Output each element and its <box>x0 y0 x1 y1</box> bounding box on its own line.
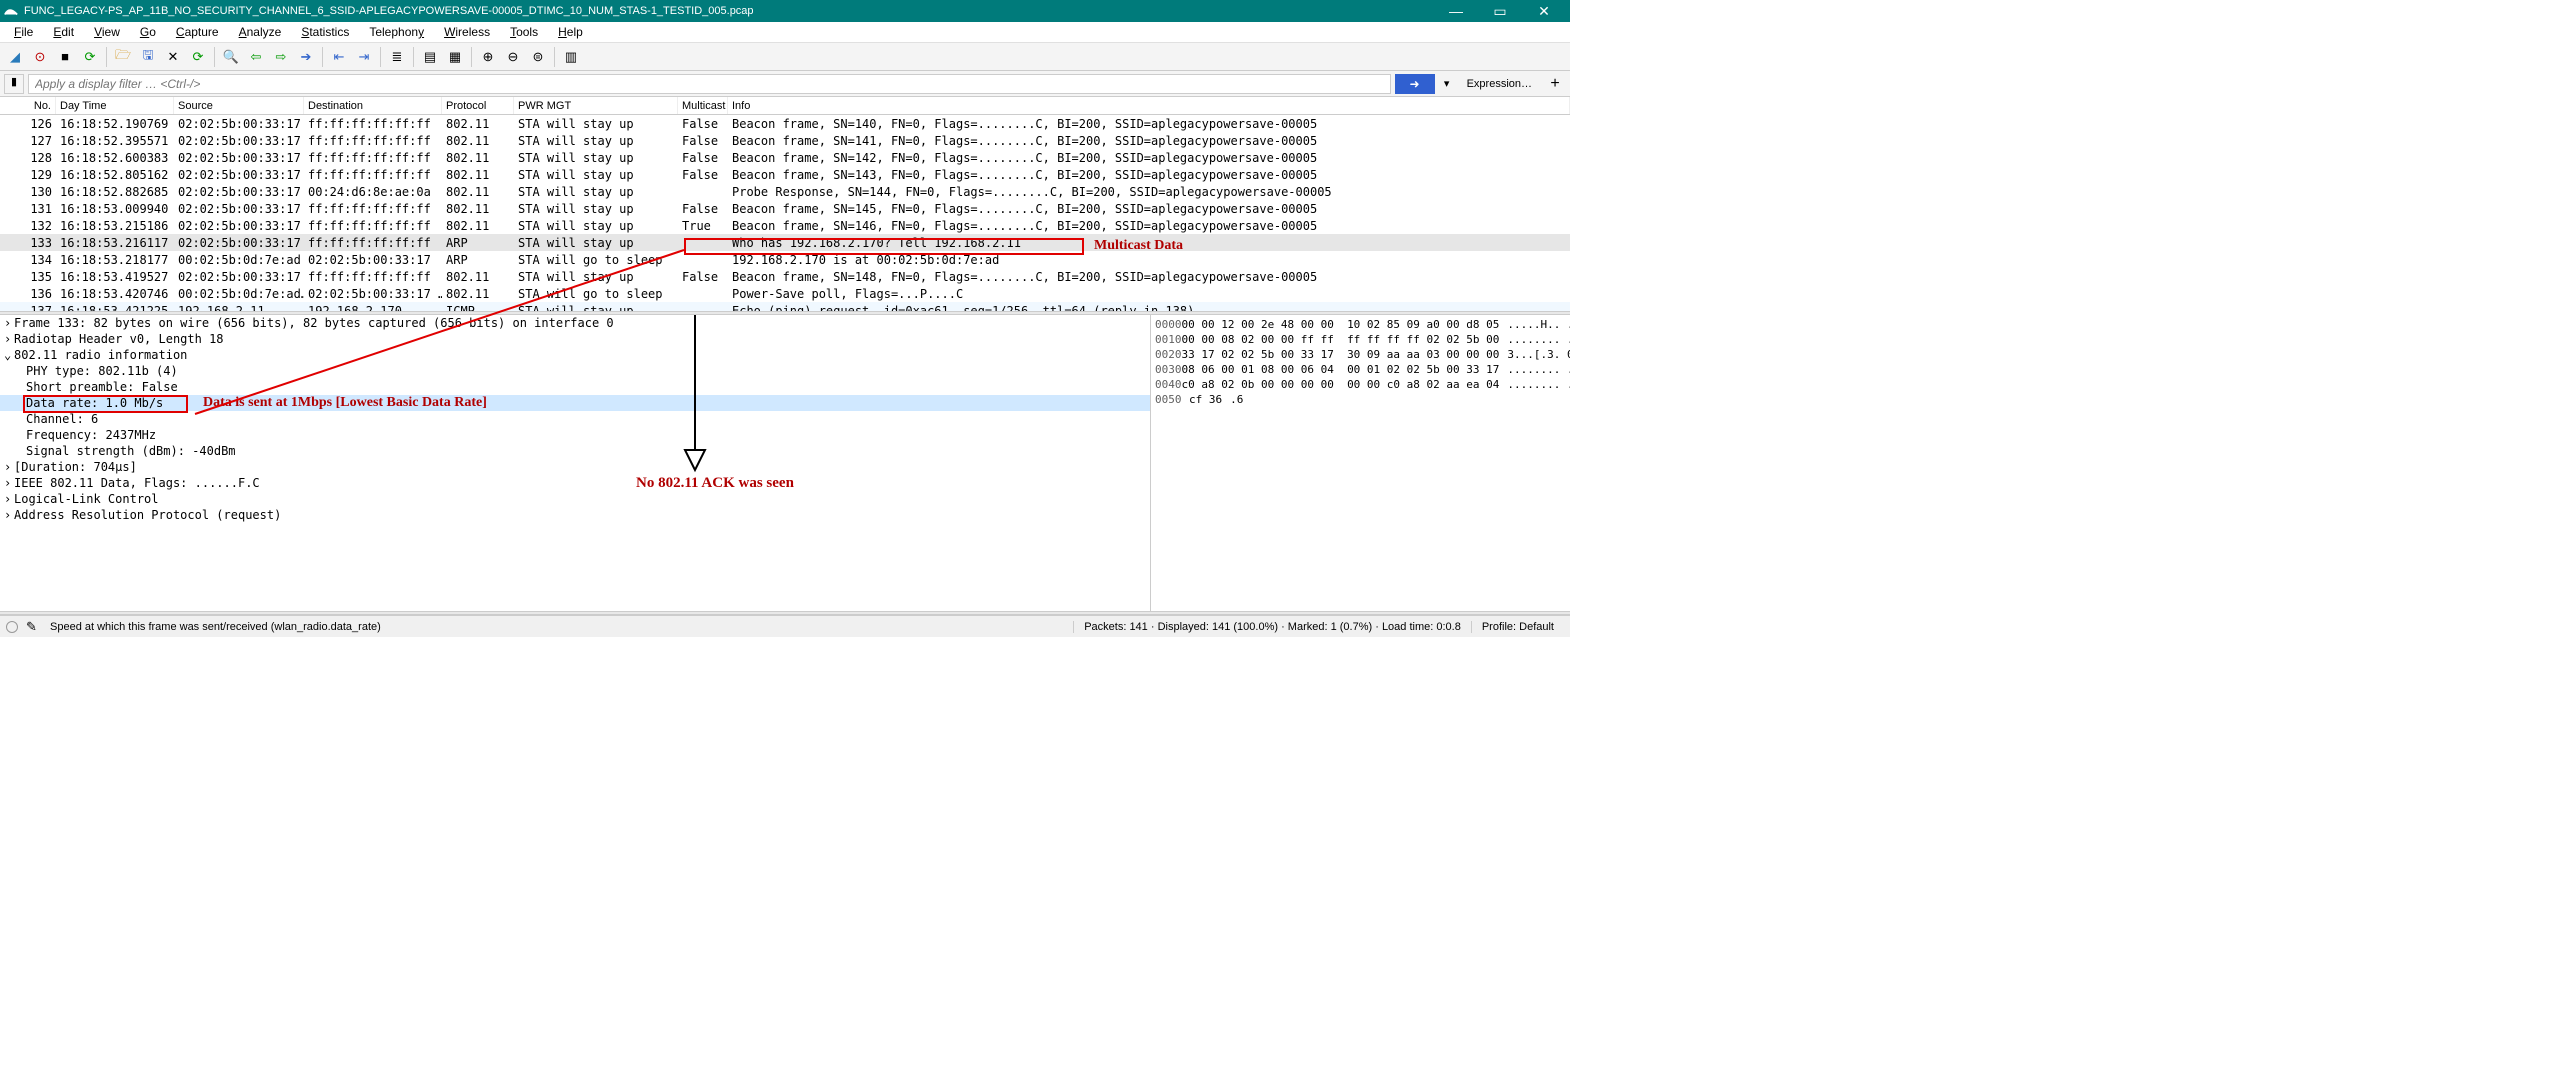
menu-statistics[interactable]: Statistics <box>291 23 359 41</box>
packet-row[interactable]: 12616:18:52.19076902:02:5b:00:33:17ff:ff… <box>0 115 1570 132</box>
col-protocol[interactable]: Protocol <box>442 97 514 114</box>
detail-radio[interactable]: ⌄802.11 radio information <box>0 347 1150 363</box>
display-filter-input[interactable] <box>28 74 1391 94</box>
colorize2-icon[interactable]: ▦ <box>444 46 466 68</box>
detail-channel[interactable]: Channel: 6 <box>0 411 1150 427</box>
menu-file[interactable]: File <box>4 23 43 41</box>
hex-row[interactable]: 0040c0 a8 02 0b 00 00 00 00 00 00 c0 a8 … <box>1155 377 1566 392</box>
menu-telephony[interactable]: Telephony <box>359 23 434 41</box>
resize-cols-icon[interactable]: ▥ <box>560 46 582 68</box>
col-no[interactable]: No. <box>0 97 56 114</box>
add-filter-button[interactable]: + <box>1544 75 1566 93</box>
hex-row[interactable]: 002033 17 02 02 5b 00 33 17 30 09 aa aa … <box>1155 347 1566 362</box>
menu-capture[interactable]: Capture <box>166 23 229 41</box>
expert-info-led-icon[interactable] <box>6 621 18 633</box>
filter-bookmark-icon[interactable]: ▮ <box>4 74 24 94</box>
stop-icon[interactable]: ■ <box>54 46 76 68</box>
hex-row[interactable]: 003008 06 00 01 08 00 06 04 00 01 02 02 … <box>1155 362 1566 377</box>
close-file-icon[interactable]: ✕ <box>162 46 184 68</box>
menu-help[interactable]: Help <box>548 23 593 41</box>
find-icon[interactable]: 🔍 <box>220 46 242 68</box>
packet-list-pane[interactable]: No. Day Time Source Destination Protocol… <box>0 97 1570 311</box>
col-multicast[interactable]: Multicast <box>678 97 728 114</box>
col-pwrmgt[interactable]: PWR MGT <box>514 97 678 114</box>
window-titlebar: FUNC_LEGACY-PS_AP_11B_NO_SECURITY_CHANNE… <box>0 0 1570 22</box>
apply-filter-button[interactable]: ➜ <box>1395 74 1435 94</box>
detail-frequency[interactable]: Frequency: 2437MHz <box>0 427 1150 443</box>
jump-icon[interactable]: ➔ <box>295 46 317 68</box>
packet-details-pane[interactable]: ›Frame 133: 82 bytes on wire (656 bits),… <box>0 315 1150 611</box>
record-icon[interactable]: ⊙ <box>29 46 51 68</box>
hex-row[interactable]: 0050cf 36.6 <box>1155 392 1566 407</box>
first-icon[interactable]: ⇤ <box>328 46 350 68</box>
packet-row[interactable]: 13016:18:52.88268502:02:5b:00:33:1700:24… <box>0 183 1570 200</box>
detail-arp[interactable]: ›Address Resolution Protocol (request) <box>0 507 1150 523</box>
filter-bar: ▮ ➜ ▾ Expression… + <box>0 71 1570 97</box>
packet-row[interactable]: 13116:18:53.00994002:02:5b:00:33:17ff:ff… <box>0 200 1570 217</box>
zoom-in-icon[interactable]: ⊕ <box>477 46 499 68</box>
edit-icon[interactable]: ✎ <box>26 619 40 635</box>
packet-row[interactable]: 12916:18:52.80516202:02:5b:00:33:17ff:ff… <box>0 166 1570 183</box>
packet-bytes-pane[interactable]: 000000 00 12 00 2e 48 00 00 10 02 85 09 … <box>1150 315 1570 611</box>
filter-history-dropdown[interactable]: ▾ <box>1439 77 1455 90</box>
detail-frame[interactable]: ›Frame 133: 82 bytes on wire (656 bits),… <box>0 315 1150 331</box>
reload-icon[interactable]: ⟳ <box>187 46 209 68</box>
hex-row[interactable]: 000000 00 12 00 2e 48 00 00 10 02 85 09 … <box>1155 317 1566 332</box>
window-title: FUNC_LEGACY-PS_AP_11B_NO_SECURITY_CHANNE… <box>24 5 1434 17</box>
menu-view[interactable]: View <box>84 23 130 41</box>
hex-row[interactable]: 001000 00 08 02 00 00 ff ff ff ff ff ff … <box>1155 332 1566 347</box>
wireshark-icon <box>4 4 18 18</box>
status-field-hint: Speed at which this frame was sent/recei… <box>50 621 1073 633</box>
col-info[interactable]: Info <box>728 97 1570 114</box>
detail-radiotap[interactable]: ›Radiotap Header v0, Length 18 <box>0 331 1150 347</box>
menu-analyze[interactable]: Analyze <box>229 23 292 41</box>
main-toolbar: ◢ ⊙ ■ ⟳ 🗁 🖫 ✕ ⟳ 🔍 ⇦ ⇨ ➔ ⇤ ⇥ ≣ ▤ ▦ ⊕ ⊖ ⊜ … <box>0 43 1570 71</box>
restart-icon[interactable]: ⟳ <box>79 46 101 68</box>
zoom-reset-icon[interactable]: ⊜ <box>527 46 549 68</box>
auto-scroll-icon[interactable]: ≣ <box>386 46 408 68</box>
col-destination[interactable]: Destination <box>304 97 442 114</box>
detail-ieee80211[interactable]: ›IEEE 802.11 Data, Flags: ......F.C <box>0 475 1150 491</box>
detail-phy[interactable]: PHY type: 802.11b (4) <box>0 363 1150 379</box>
status-packet-count: Packets: 141 · Displayed: 141 (100.0%) ·… <box>1073 621 1471 633</box>
prev-icon[interactable]: ⇦ <box>245 46 267 68</box>
packet-row[interactable]: 13316:18:53.21611702:02:5b:00:33:17ff:ff… <box>0 234 1570 251</box>
detail-llc[interactable]: ›Logical-Link Control <box>0 491 1150 507</box>
close-button[interactable]: ✕ <box>1522 0 1566 22</box>
minimize-button[interactable]: — <box>1434 0 1478 22</box>
status-bar: ✎ Speed at which this frame was sent/rec… <box>0 615 1570 637</box>
col-daytime[interactable]: Day Time <box>56 97 174 114</box>
menu-bar: File Edit View Go Capture Analyze Statis… <box>0 22 1570 43</box>
zoom-out-icon[interactable]: ⊖ <box>502 46 524 68</box>
packet-row[interactable]: 12816:18:52.60038302:02:5b:00:33:17ff:ff… <box>0 149 1570 166</box>
detail-preamble[interactable]: Short preamble: False <box>0 379 1150 395</box>
expression-button[interactable]: Expression… <box>1459 78 1540 90</box>
maximize-button[interactable]: ▭ <box>1478 0 1522 22</box>
save-icon[interactable]: 🖫 <box>137 46 159 68</box>
menu-wireless[interactable]: Wireless <box>434 23 500 41</box>
packet-row[interactable]: 12716:18:52.39557102:02:5b:00:33:17ff:ff… <box>0 132 1570 149</box>
menu-edit[interactable]: Edit <box>43 23 84 41</box>
packet-row[interactable]: 13416:18:53.21817700:02:5b:0d:7e:ad02:02… <box>0 251 1570 268</box>
packet-row[interactable]: 13216:18:53.21518602:02:5b:00:33:17ff:ff… <box>0 217 1570 234</box>
last-icon[interactable]: ⇥ <box>353 46 375 68</box>
colorize-icon[interactable]: ▤ <box>419 46 441 68</box>
packet-row[interactable]: 13516:18:53.41952702:02:5b:00:33:17ff:ff… <box>0 268 1570 285</box>
packet-row[interactable]: 13716:18:53.421225192.168.2.11192.168.2.… <box>0 302 1570 311</box>
open-icon[interactable]: 🗁 <box>112 46 134 68</box>
detail-duration[interactable]: ›[Duration: 704µs] <box>0 459 1150 475</box>
detail-datarate[interactable]: Data rate: 1.0 Mb/s <box>0 395 1150 411</box>
detail-signal[interactable]: Signal strength (dBm): -40dBm <box>0 443 1150 459</box>
packet-row[interactable]: 13616:18:53.42074600:02:5b:0d:7e:ad…02:0… <box>0 285 1570 302</box>
menu-tools[interactable]: Tools <box>500 23 548 41</box>
packet-list-body[interactable]: 12616:18:52.19076902:02:5b:00:33:17ff:ff… <box>0 115 1570 311</box>
menu-go[interactable]: Go <box>130 23 166 41</box>
packet-list-header[interactable]: No. Day Time Source Destination Protocol… <box>0 97 1570 115</box>
next-icon[interactable]: ⇨ <box>270 46 292 68</box>
col-source[interactable]: Source <box>174 97 304 114</box>
status-profile[interactable]: Profile: Default <box>1471 621 1564 633</box>
shark-icon[interactable]: ◢ <box>4 46 26 68</box>
